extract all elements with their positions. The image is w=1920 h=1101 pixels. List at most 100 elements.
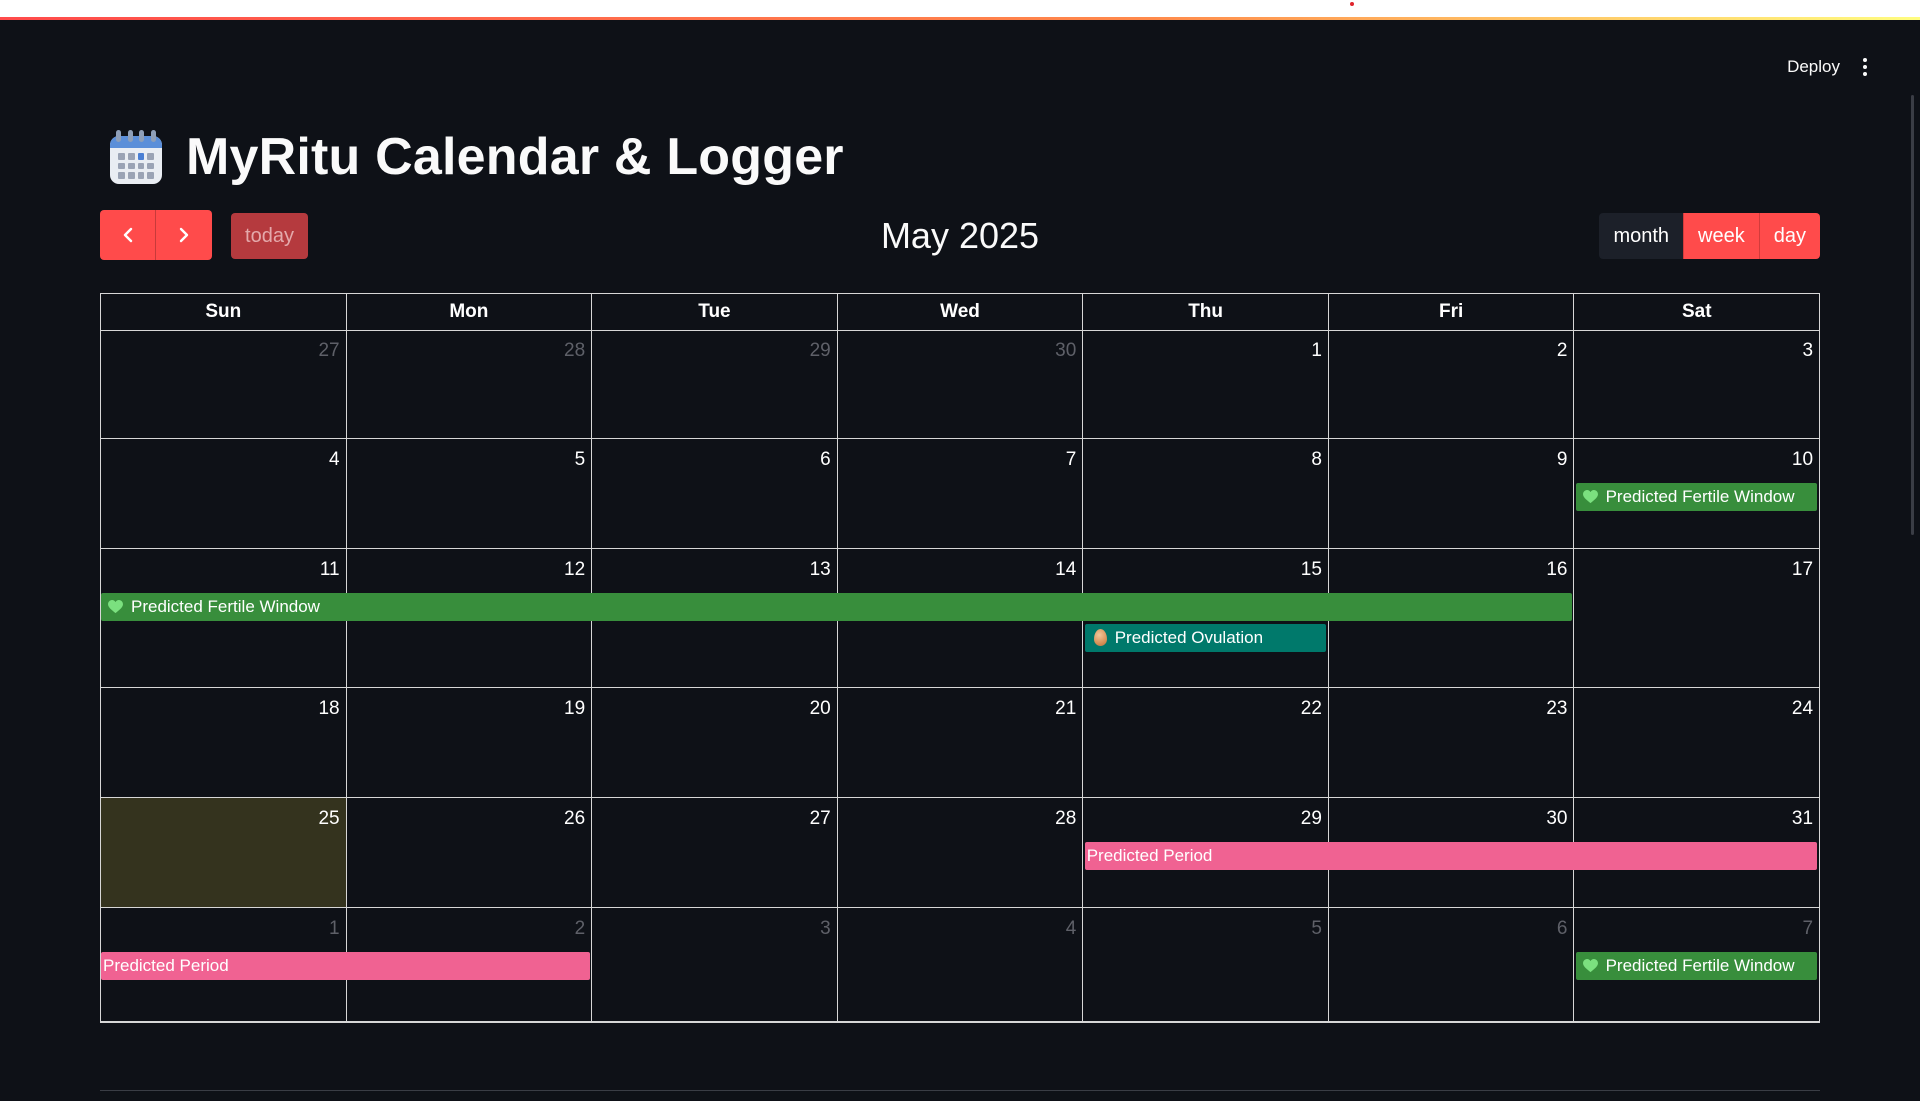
day-number[interactable]: 8	[1311, 449, 1322, 471]
top-decoration-bar	[0, 0, 1920, 20]
kebab-menu-icon[interactable]	[1854, 56, 1876, 78]
day-cell[interactable]: 20	[592, 688, 838, 797]
day-cell[interactable]: 3	[592, 908, 838, 1021]
day-number[interactable]: 7	[1066, 449, 1077, 471]
event-period[interactable]: Predicted Period	[1084, 842, 1817, 870]
month-view-button[interactable]: month	[1599, 213, 1684, 259]
day-number[interactable]: 2	[575, 918, 586, 940]
day-cell[interactable]: 1	[1083, 330, 1329, 438]
section-divider	[100, 1090, 1820, 1091]
day-cell[interactable]: 27	[101, 330, 347, 438]
day-cell[interactable]: 4	[838, 908, 1084, 1021]
day-cell[interactable]: 7	[838, 439, 1084, 548]
app-header: Deploy	[1620, 20, 1920, 110]
day-number[interactable]: 7	[1802, 918, 1813, 940]
day-number[interactable]: 16	[1546, 559, 1567, 581]
day-cell[interactable]: 21	[838, 688, 1084, 797]
day-cell[interactable]: 2	[1329, 330, 1575, 438]
day-number[interactable]: 27	[318, 340, 339, 362]
day-number[interactable]: 29	[1301, 808, 1322, 830]
day-number[interactable]: 23	[1546, 698, 1567, 720]
day-cell[interactable]: 5	[1083, 908, 1329, 1021]
day-cell-today[interactable]: 25	[101, 798, 347, 907]
day-number[interactable]: 9	[1557, 449, 1568, 471]
day-cell[interactable]: 28	[347, 330, 593, 438]
day-cell[interactable]: 19	[347, 688, 593, 797]
day-view-button[interactable]: day	[1759, 213, 1820, 259]
page-title: MyRitu Calendar & Logger	[186, 128, 844, 186]
day-number[interactable]: 1	[329, 918, 340, 940]
day-cell[interactable]: 8	[1083, 439, 1329, 548]
day-number[interactable]: 25	[318, 808, 339, 830]
day-number[interactable]: 26	[564, 808, 585, 830]
day-number[interactable]: 20	[810, 698, 831, 720]
day-number[interactable]: 31	[1792, 808, 1813, 830]
egg-icon	[1093, 629, 1107, 646]
event-ovulation[interactable]: Predicted Ovulation	[1084, 624, 1327, 652]
day-number[interactable]: 17	[1792, 559, 1813, 581]
event-title: Predicted Period	[103, 956, 229, 975]
day-number[interactable]: 29	[810, 340, 831, 362]
event-title: Predicted Fertile Window	[1605, 487, 1795, 506]
day-cell[interactable]: 18	[101, 688, 347, 797]
day-cell[interactable]: 6	[1329, 908, 1575, 1021]
day-number[interactable]: 6	[820, 449, 831, 471]
event-period[interactable]: Predicted Period	[101, 952, 590, 980]
day-cell[interactable]: 26	[347, 798, 593, 907]
weekday-header: Sun Mon Tue Wed Thu Fri Sat	[101, 294, 1819, 331]
day-number[interactable]: 14	[1055, 559, 1076, 581]
calendar-toolbar: today May 2025 month week day	[100, 210, 1820, 262]
day-number[interactable]: 10	[1792, 449, 1813, 471]
day-number[interactable]: 19	[564, 698, 585, 720]
day-number[interactable]: 3	[1802, 340, 1813, 362]
event-fertile[interactable]: Predicted Fertile Window	[101, 593, 1572, 621]
event-fertile[interactable]: Predicted Fertile Window	[1575, 483, 1817, 511]
day-number[interactable]: 3	[820, 918, 831, 940]
day-number[interactable]: 1	[1311, 340, 1322, 362]
day-cell[interactable]: 5	[347, 439, 593, 548]
day-cell[interactable]: 6	[592, 439, 838, 548]
day-number[interactable]: 2	[1557, 340, 1568, 362]
day-cell[interactable]: 22	[1083, 688, 1329, 797]
event-fertile[interactable]: Predicted Fertile Window	[1575, 952, 1817, 980]
day-number[interactable]: 6	[1557, 918, 1568, 940]
day-number[interactable]: 27	[810, 808, 831, 830]
day-cell[interactable]: 27	[592, 798, 838, 907]
deploy-button[interactable]: Deploy	[1787, 57, 1840, 77]
day-number[interactable]: 28	[564, 340, 585, 362]
day-cell[interactable]: 3	[1574, 330, 1819, 438]
event-title: Predicted Fertile Window	[1605, 956, 1795, 975]
week-row: 27 28 29 30 1 2 3	[101, 330, 1819, 439]
day-number[interactable]: 5	[575, 449, 586, 471]
day-number[interactable]: 24	[1792, 698, 1813, 720]
day-cell[interactable]: 9	[1329, 439, 1575, 548]
day-cell[interactable]: 17	[1574, 549, 1819, 687]
next-button[interactable]	[156, 210, 212, 260]
day-cell[interactable]: 28	[838, 798, 1084, 907]
day-number[interactable]: 30	[1055, 340, 1076, 362]
day-number[interactable]: 21	[1055, 698, 1076, 720]
day-number[interactable]: 4	[1066, 918, 1077, 940]
today-button[interactable]: today	[231, 213, 308, 259]
day-cell[interactable]: 30	[838, 330, 1084, 438]
day-number[interactable]: 15	[1301, 559, 1322, 581]
day-number[interactable]: 28	[1055, 808, 1076, 830]
chevron-right-icon	[179, 227, 189, 243]
day-number[interactable]: 12	[564, 559, 585, 581]
day-number[interactable]: 5	[1311, 918, 1322, 940]
day-number[interactable]: 11	[320, 559, 340, 581]
day-number[interactable]: 13	[810, 559, 831, 581]
day-number[interactable]: 30	[1546, 808, 1567, 830]
week-view-button[interactable]: week	[1683, 213, 1760, 259]
day-cell[interactable]: 23	[1329, 688, 1575, 797]
weekday-header-wed: Wed	[838, 294, 1084, 330]
day-number[interactable]: 22	[1301, 698, 1322, 720]
green-heart-icon	[1582, 959, 1598, 973]
prev-button[interactable]	[100, 210, 156, 260]
day-cell[interactable]: 4	[101, 439, 347, 548]
day-number[interactable]: 4	[329, 449, 340, 471]
day-cell[interactable]: 29	[592, 330, 838, 438]
day-cell[interactable]: 24	[1574, 688, 1819, 797]
page-scrollbar[interactable]	[1911, 95, 1914, 535]
day-number[interactable]: 18	[318, 698, 339, 720]
